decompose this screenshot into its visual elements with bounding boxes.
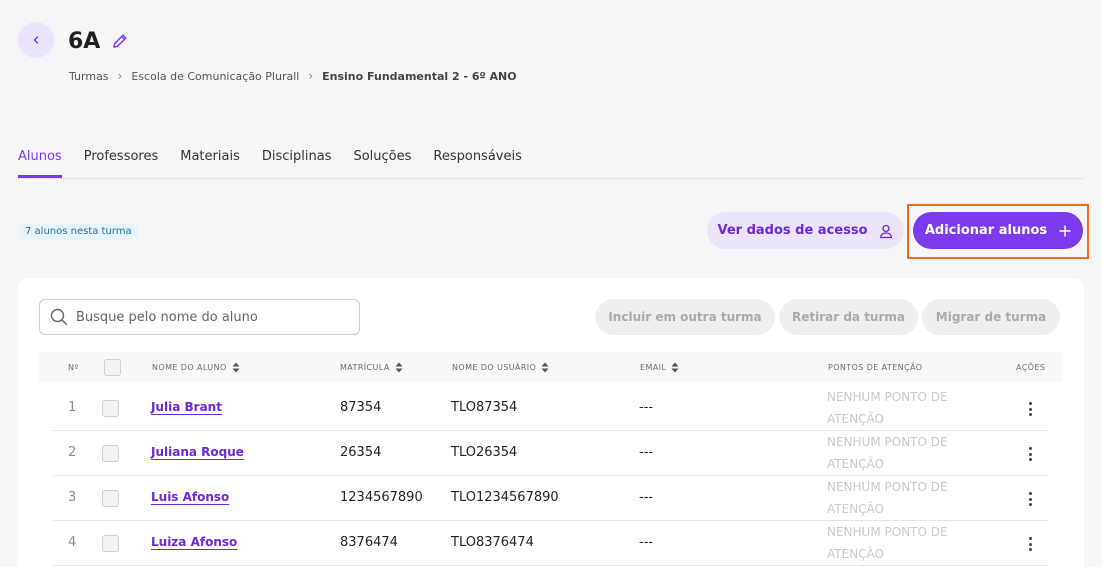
pencil-icon[interactable] — [110, 31, 130, 51]
tab-solucoes[interactable]: Soluções — [353, 149, 411, 178]
col-email[interactable]: EMAIL — [640, 362, 679, 373]
col-num-label: Nº — [68, 362, 79, 372]
row-checkbox[interactable] — [102, 535, 119, 552]
row-checkbox[interactable] — [102, 490, 119, 507]
kebab-menu-icon[interactable] — [1023, 445, 1037, 463]
plus-icon — [1059, 224, 1071, 237]
row-number: 1 — [68, 400, 77, 415]
select-all-cell — [104, 358, 121, 376]
table-row: 3 Luis Afonso 1234567890 TLO1234567890 -… — [53, 476, 1049, 521]
sort-icon[interactable] — [541, 362, 549, 373]
registration-value: 1234567890 — [340, 490, 423, 505]
col-registration[interactable]: MATRÍCULA — [340, 362, 403, 373]
kebab-menu-icon[interactable] — [1023, 535, 1037, 553]
breadcrumb-school[interactable]: Escola de Comunicação Plurall — [131, 70, 299, 83]
student-count-badge: 7 alunos nesta turma — [19, 224, 138, 240]
col-name-label: NOME DO ALUNO — [152, 362, 227, 372]
attention-value: NENHUM PONTO DE ATENÇÃO — [827, 435, 948, 471]
tab-professores[interactable]: Professores — [84, 149, 159, 178]
row-checkbox[interactable] — [102, 400, 119, 417]
email-value: --- — [639, 400, 654, 415]
add-students-label: Adicionar alunos — [924, 223, 1048, 238]
tab-materiais[interactable]: Materiais — [180, 149, 240, 178]
include-other-class-button[interactable]: Incluir em outra turma — [595, 299, 775, 335]
table-header: Nº NOME DO ALUNO MATRÍCULA NOME DO USUÁR… — [39, 352, 1063, 382]
registration-value: 8376474 — [340, 535, 398, 550]
sort-icon[interactable] — [671, 362, 679, 373]
tab-disciplinas[interactable]: Disciplinas — [262, 149, 332, 178]
email-value: --- — [639, 445, 654, 460]
chevron-right-icon: › — [117, 69, 123, 83]
row-checkbox[interactable] — [102, 445, 119, 462]
tab-alunos[interactable]: Alunos — [18, 149, 62, 178]
back-button[interactable] — [18, 22, 54, 58]
students-card: Incluir em outra turma Retirar da turma … — [18, 278, 1084, 567]
col-attention-label: PONTOS DE ATENÇÃO — [828, 362, 923, 372]
username-value: TLO26354 — [451, 445, 518, 460]
username-value: TLO8376474 — [451, 535, 534, 550]
student-name-link[interactable]: Luis Afonso — [151, 490, 229, 504]
table-row: 4 Luiza Afonso 8376474 TLO8376474 --- NE… — [53, 521, 1049, 566]
col-num: Nº — [68, 363, 79, 372]
username-value: TLO87354 — [451, 400, 518, 415]
select-all-checkbox[interactable] — [104, 358, 121, 376]
row-number: 4 — [68, 535, 77, 550]
row-number: 2 — [68, 445, 77, 460]
search-input[interactable] — [76, 309, 336, 325]
col-email-label: EMAIL — [640, 362, 667, 372]
breadcrumb-turmas[interactable]: Turmas — [69, 70, 109, 83]
view-access-label: Ver dados de acesso — [717, 223, 868, 238]
col-actions-label: AÇÕES — [1016, 362, 1046, 372]
email-value: --- — [639, 535, 654, 550]
col-attention: PONTOS DE ATENÇÃO — [828, 363, 922, 372]
breadcrumb: Turmas › Escola de Comunicação Plurall ›… — [69, 69, 517, 83]
registration-value: 87354 — [340, 400, 382, 415]
search-icon — [50, 308, 68, 326]
email-value: --- — [639, 490, 654, 505]
user-icon — [879, 224, 892, 238]
attention-value: NENHUM PONTO DE ATENÇÃO — [827, 390, 948, 426]
tab-responsaveis[interactable]: Responsáveis — [433, 149, 521, 178]
sort-icon[interactable] — [232, 362, 240, 373]
tab-bar: Alunos Professores Materiais Disciplinas… — [18, 149, 1084, 179]
col-actions: AÇÕES — [1016, 363, 1045, 372]
kebab-menu-icon[interactable] — [1023, 490, 1037, 508]
kebab-menu-icon[interactable] — [1023, 400, 1037, 418]
chevron-left-icon — [33, 36, 39, 44]
registration-value: 26354 — [340, 445, 382, 460]
col-username-label: NOME DO USUÁRIO — [452, 362, 537, 372]
row-number: 3 — [68, 490, 77, 505]
chevron-right-icon: › — [308, 69, 314, 83]
attention-value: NENHUM PONTO DE ATENÇÃO — [827, 480, 948, 516]
migrate-class-button[interactable]: Migrar de turma — [922, 299, 1060, 335]
username-value: TLO1234567890 — [451, 490, 559, 505]
breadcrumb-current: Ensino Fundamental 2 - 6º ANO — [322, 69, 517, 83]
page-title: 6A — [68, 29, 101, 54]
remove-from-class-button[interactable]: Retirar da turma — [779, 299, 918, 335]
table-row: 2 Juliana Roque 26354 TLO26354 --- NENHU… — [53, 431, 1049, 476]
student-name-link[interactable]: Juliana Roque — [151, 445, 244, 459]
attention-value: NENHUM PONTO DE ATENÇÃO — [827, 525, 948, 561]
view-access-data-button[interactable]: Ver dados de acesso — [707, 212, 904, 249]
sort-icon[interactable] — [395, 362, 403, 373]
student-name-link[interactable]: Luiza Afonso — [151, 535, 237, 549]
col-registration-label: MATRÍCULA — [340, 362, 390, 372]
search-box — [39, 299, 360, 335]
table-row: 1 Julia Brant 87354 TLO87354 --- NENHUM … — [53, 386, 1049, 431]
col-name[interactable]: NOME DO ALUNO — [152, 362, 240, 373]
student-name-link[interactable]: Julia Brant — [151, 400, 222, 414]
col-username[interactable]: NOME DO USUÁRIO — [452, 362, 549, 373]
add-students-button[interactable]: Adicionar alunos — [913, 212, 1083, 249]
